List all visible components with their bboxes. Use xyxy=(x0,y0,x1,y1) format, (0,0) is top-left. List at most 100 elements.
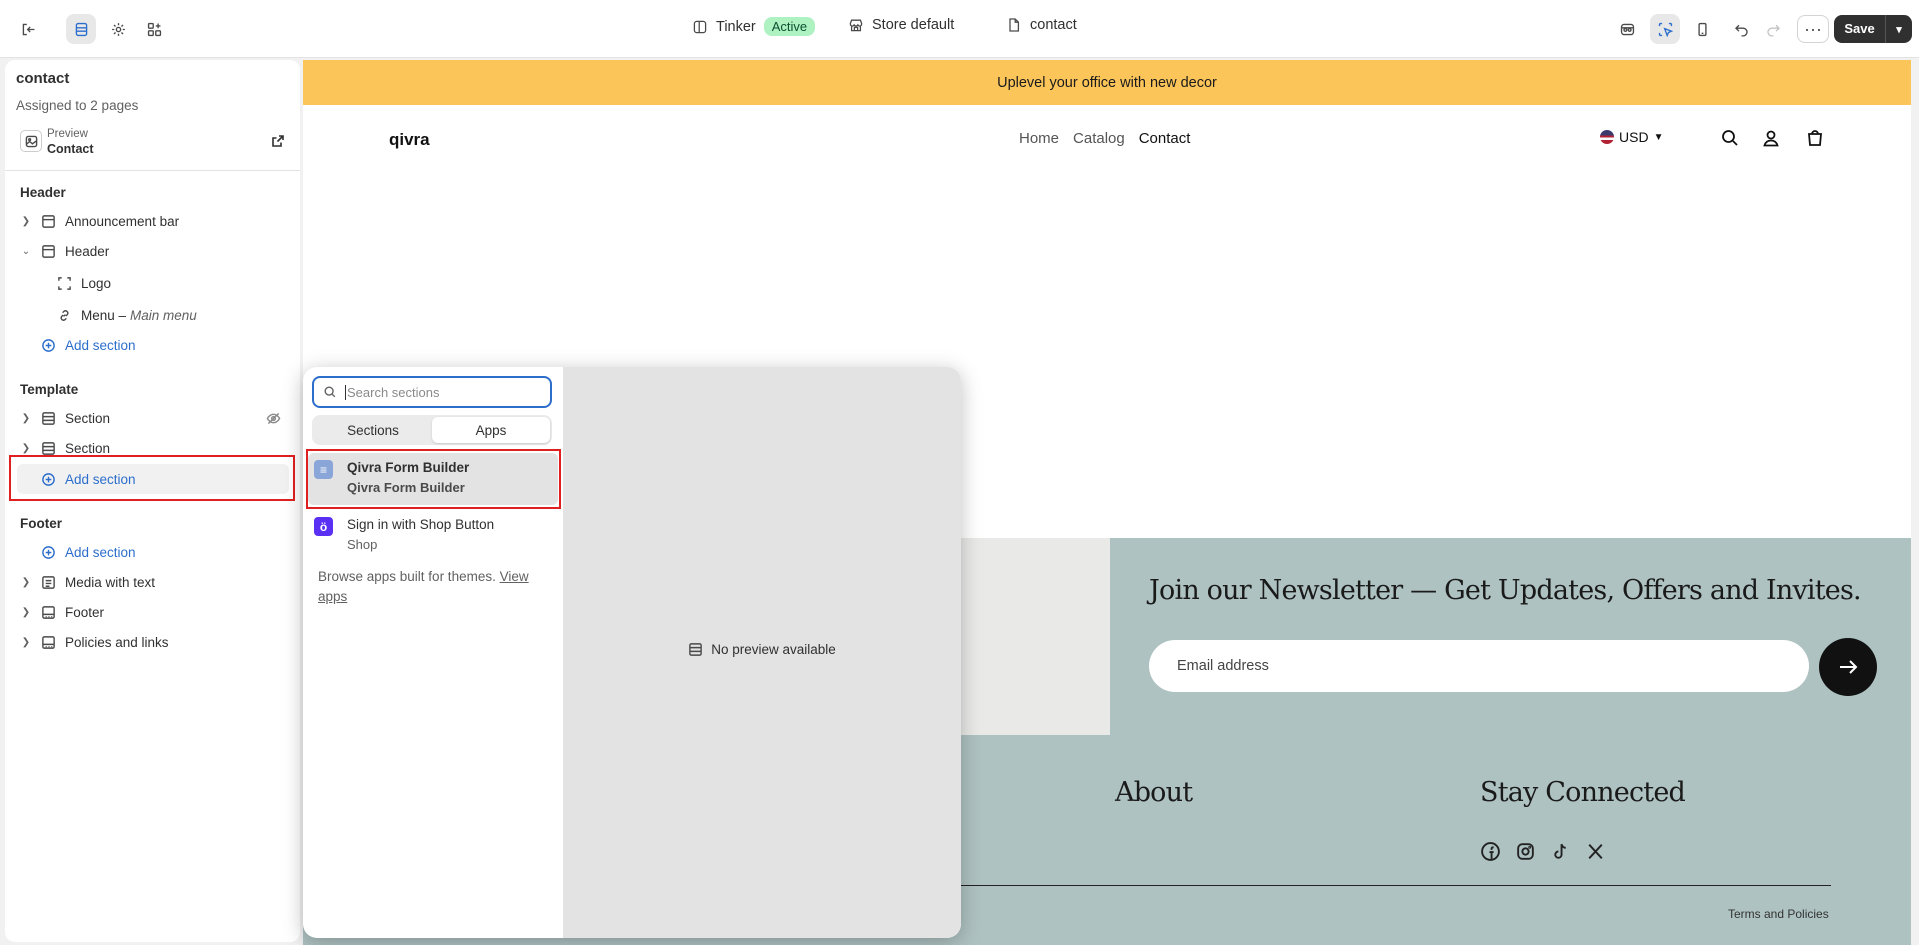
save-button[interactable]: Save ▾ xyxy=(1834,15,1912,43)
search-icon xyxy=(324,386,336,398)
no-preview-text: No preview available xyxy=(711,642,836,657)
external-link-icon[interactable] xyxy=(271,134,285,151)
template-name: contact xyxy=(1030,17,1077,33)
sections-icon[interactable] xyxy=(66,14,96,44)
subscribe-button[interactable] xyxy=(1819,638,1877,696)
footer-about-heading: About xyxy=(1115,777,1193,808)
logo-frame-icon xyxy=(53,276,75,291)
section-announcement-bar[interactable]: ❯ Announcement bar xyxy=(15,207,291,235)
top-bar: Tinker Active Store default contact ··· … xyxy=(0,0,1919,58)
header-add-section-button[interactable]: Add section xyxy=(15,331,291,359)
cart-icon[interactable] xyxy=(1805,128,1825,151)
browse-text: Browse apps built for themes. xyxy=(318,569,496,584)
chevron-right-icon[interactable]: ❯ xyxy=(15,443,37,454)
us-flag-icon xyxy=(1600,130,1614,144)
section-header[interactable]: ⌄ Header xyxy=(15,237,291,265)
theme-selector[interactable]: Tinker Active xyxy=(692,17,816,36)
nav-home[interactable]: Home xyxy=(1019,130,1059,147)
footer-connect-heading: Stay Connected xyxy=(1480,777,1686,808)
tiktok-icon[interactable] xyxy=(1550,841,1571,862)
add-section-label: Add section xyxy=(65,337,136,353)
footer-layout-icon xyxy=(37,605,59,620)
preview-mode-icon[interactable] xyxy=(1612,14,1642,44)
nav-contact[interactable]: Contact xyxy=(1139,130,1191,147)
store-name: Store default xyxy=(872,17,955,33)
more-actions-button[interactable]: ··· xyxy=(1797,15,1829,43)
exit-icon[interactable] xyxy=(13,14,43,44)
chevron-down-icon[interactable]: ⌄ xyxy=(15,246,37,257)
section-preview-pane: No preview available xyxy=(563,367,961,938)
section-layout-icon xyxy=(37,411,59,426)
theme-name: Tinker xyxy=(716,18,756,35)
mobile-icon[interactable] xyxy=(1687,14,1717,44)
chevron-right-icon[interactable]: ❯ xyxy=(15,577,37,588)
section-label: Media with text xyxy=(65,574,156,590)
chevron-right-icon[interactable]: ❯ xyxy=(15,413,37,424)
section-label: Footer xyxy=(65,604,105,620)
x-icon[interactable] xyxy=(1585,841,1606,862)
footer-section-footer[interactable]: ❯ Footer xyxy=(15,598,291,626)
store-selector[interactable]: Store default xyxy=(848,17,954,33)
section-layout-icon xyxy=(37,244,59,259)
chevron-right-icon[interactable]: ❯ xyxy=(15,637,37,648)
footer-section-policies[interactable]: ❯ Policies and links xyxy=(15,628,291,656)
block-label: Menu – xyxy=(81,307,127,323)
no-preview-message: No preview available xyxy=(563,642,961,657)
status-badge: Active xyxy=(763,17,816,36)
inspector-icon[interactable] xyxy=(1650,14,1680,44)
preview-label: Preview xyxy=(47,128,88,140)
chevron-down-icon[interactable]: ▾ xyxy=(1886,23,1912,36)
preview-page-icon xyxy=(20,130,42,152)
section-label: Policies and links xyxy=(65,634,169,650)
account-icon[interactable] xyxy=(1761,128,1781,151)
search-icon[interactable] xyxy=(1720,128,1740,151)
gear-icon[interactable] xyxy=(103,14,133,44)
chevron-right-icon[interactable]: ❯ xyxy=(15,607,37,618)
section-label: Announcement bar xyxy=(65,213,180,229)
media-text-icon xyxy=(37,575,59,590)
block-logo[interactable]: Logo xyxy=(15,269,291,297)
block-menu[interactable]: Menu – Main menu xyxy=(15,301,291,329)
email-field[interactable]: Email address xyxy=(1149,640,1809,692)
section-label: Header xyxy=(65,243,110,259)
block-label: Logo xyxy=(81,275,112,291)
facebook-icon[interactable] xyxy=(1480,841,1501,862)
nav-catalog[interactable]: Catalog xyxy=(1073,130,1125,147)
divider xyxy=(5,170,300,171)
section-layout-icon xyxy=(37,441,59,456)
plus-circle-icon xyxy=(37,545,59,560)
section-layout-icon xyxy=(689,643,703,656)
undo-icon[interactable] xyxy=(1726,14,1756,44)
section-type-tabs: Sections Apps xyxy=(312,415,552,445)
terms-link[interactable]: Terms and Policies xyxy=(1728,907,1829,921)
chevron-down-icon: ▼ xyxy=(1653,131,1664,143)
redo-icon[interactable] xyxy=(1758,14,1788,44)
announcement-bar[interactable]: Uplevel your office with new decor xyxy=(303,60,1911,105)
template-selector[interactable]: contact xyxy=(1006,17,1077,33)
instagram-icon[interactable] xyxy=(1515,841,1536,862)
app-item-shop-sign-in[interactable]: ö Sign in with Shop Button Shop xyxy=(308,510,558,562)
section-label: Section xyxy=(65,440,111,456)
store-logo[interactable]: qivra xyxy=(389,130,430,150)
tab-apps[interactable]: Apps xyxy=(432,417,550,443)
template-title: contact xyxy=(16,70,70,87)
section-label: Section xyxy=(65,410,111,426)
currency-selector[interactable]: USD ▼ xyxy=(1600,129,1663,145)
save-label: Save xyxy=(1834,15,1886,43)
add-section-label: Add section xyxy=(65,544,136,560)
footer-section-media-with-text[interactable]: ❯ Media with text xyxy=(15,568,291,596)
browse-apps-text: Browse apps built for themes. View apps xyxy=(318,567,550,607)
app-name: Sign in with Shop Button xyxy=(347,517,495,532)
chevron-right-icon[interactable]: ❯ xyxy=(15,216,37,227)
search-input[interactable]: Search sections xyxy=(312,376,552,408)
newsletter-title: Join our Newsletter — Get Updates, Offer… xyxy=(1149,575,1862,606)
preview-selector[interactable]: Preview Contact xyxy=(15,124,293,160)
eye-hidden-icon[interactable] xyxy=(266,411,281,429)
template-section-1[interactable]: ❯ Section xyxy=(15,404,291,432)
plus-circle-icon xyxy=(37,338,59,353)
tab-sections[interactable]: Sections xyxy=(314,417,432,443)
group-template: Template xyxy=(20,382,79,397)
footer-add-section-button[interactable]: Add section xyxy=(15,538,291,566)
apps-icon[interactable] xyxy=(139,14,169,44)
store-icon xyxy=(849,19,863,32)
